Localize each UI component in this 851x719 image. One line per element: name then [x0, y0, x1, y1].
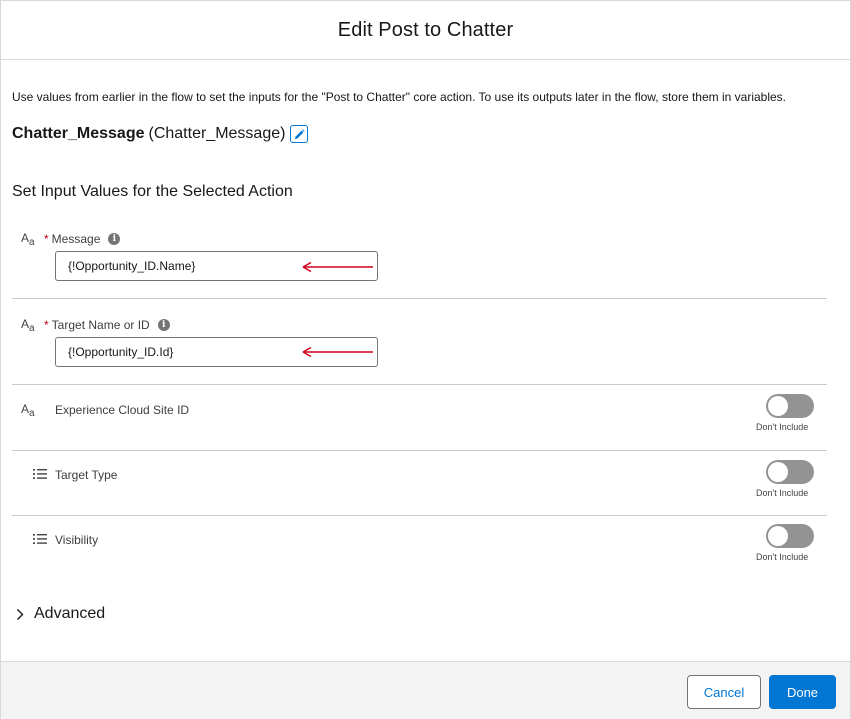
row-divider: [12, 298, 827, 299]
picklist-icon: [33, 534, 47, 544]
target-type-include-toggle-wrap: Don't Include: [756, 460, 818, 498]
advanced-section-toggle[interactable]: Advanced: [16, 605, 105, 623]
target-label-text: Target Name or ID: [51, 318, 150, 332]
required-marker: *: [44, 318, 49, 332]
experience-include-toggle[interactable]: [766, 394, 814, 418]
modal-header: Edit Post to Chatter: [1, 1, 850, 60]
message-label: * Message i: [44, 232, 121, 246]
modal-footer: Cancel Done: [1, 661, 850, 719]
text-type-icon: Aa: [21, 317, 35, 334]
picklist-icon: [33, 469, 47, 479]
visibility-include-toggle[interactable]: [766, 524, 814, 548]
cancel-button[interactable]: Cancel: [687, 675, 761, 709]
toggle-label: Don't Include: [756, 552, 809, 562]
action-name-line: Chatter_Message (Chatter_Message): [12, 125, 309, 143]
text-type-icon: Aa: [21, 231, 35, 248]
toggle-knob: [768, 526, 788, 546]
intro-text: Use values from earlier in the flow to s…: [12, 90, 787, 104]
toggle-label: Don't Include: [756, 422, 809, 432]
edit-action-modal: Edit Post to Chatter Use values from ear…: [0, 0, 851, 719]
visibility-label: Visibility: [55, 533, 98, 547]
experience-include-toggle-wrap: Don't Include: [756, 394, 818, 432]
annotation-arrow: [302, 261, 373, 273]
text-type-icon: Aa: [21, 402, 35, 419]
section-title: Set Input Values for the Selected Action: [12, 183, 293, 200]
visibility-label-text: Visibility: [55, 533, 99, 547]
toggle-knob: [768, 396, 788, 416]
target-type-include-toggle[interactable]: [766, 460, 814, 484]
info-icon[interactable]: i: [157, 319, 170, 331]
row-divider: [12, 515, 827, 516]
done-button[interactable]: Done: [769, 675, 836, 709]
target-type-label-text: Target Type: [55, 468, 118, 482]
experience-label-text: Experience Cloud Site ID: [55, 403, 190, 417]
message-label-text: Message: [51, 232, 101, 246]
pencil-icon: [294, 128, 305, 139]
edit-action-name-button[interactable]: [290, 125, 309, 143]
experience-label: Experience Cloud Site ID: [55, 403, 189, 417]
annotation-arrow: [302, 346, 373, 358]
toggle-label: Don't Include: [756, 488, 809, 498]
action-api-name: (Chatter_Message): [148, 125, 286, 142]
target-label: * Target Name or ID i: [44, 318, 170, 332]
row-divider: [12, 450, 827, 451]
action-label: Chatter_Message: [12, 125, 145, 142]
toggle-knob: [768, 462, 788, 482]
required-marker: *: [44, 232, 49, 246]
visibility-include-toggle-wrap: Don't Include: [756, 524, 818, 562]
row-divider: [12, 384, 827, 385]
advanced-label: Advanced: [34, 605, 106, 622]
modal-title: Edit Post to Chatter: [337, 18, 514, 41]
target-type-label: Target Type: [55, 468, 117, 482]
chevron-right-icon: [17, 608, 24, 620]
info-icon[interactable]: i: [108, 233, 121, 245]
